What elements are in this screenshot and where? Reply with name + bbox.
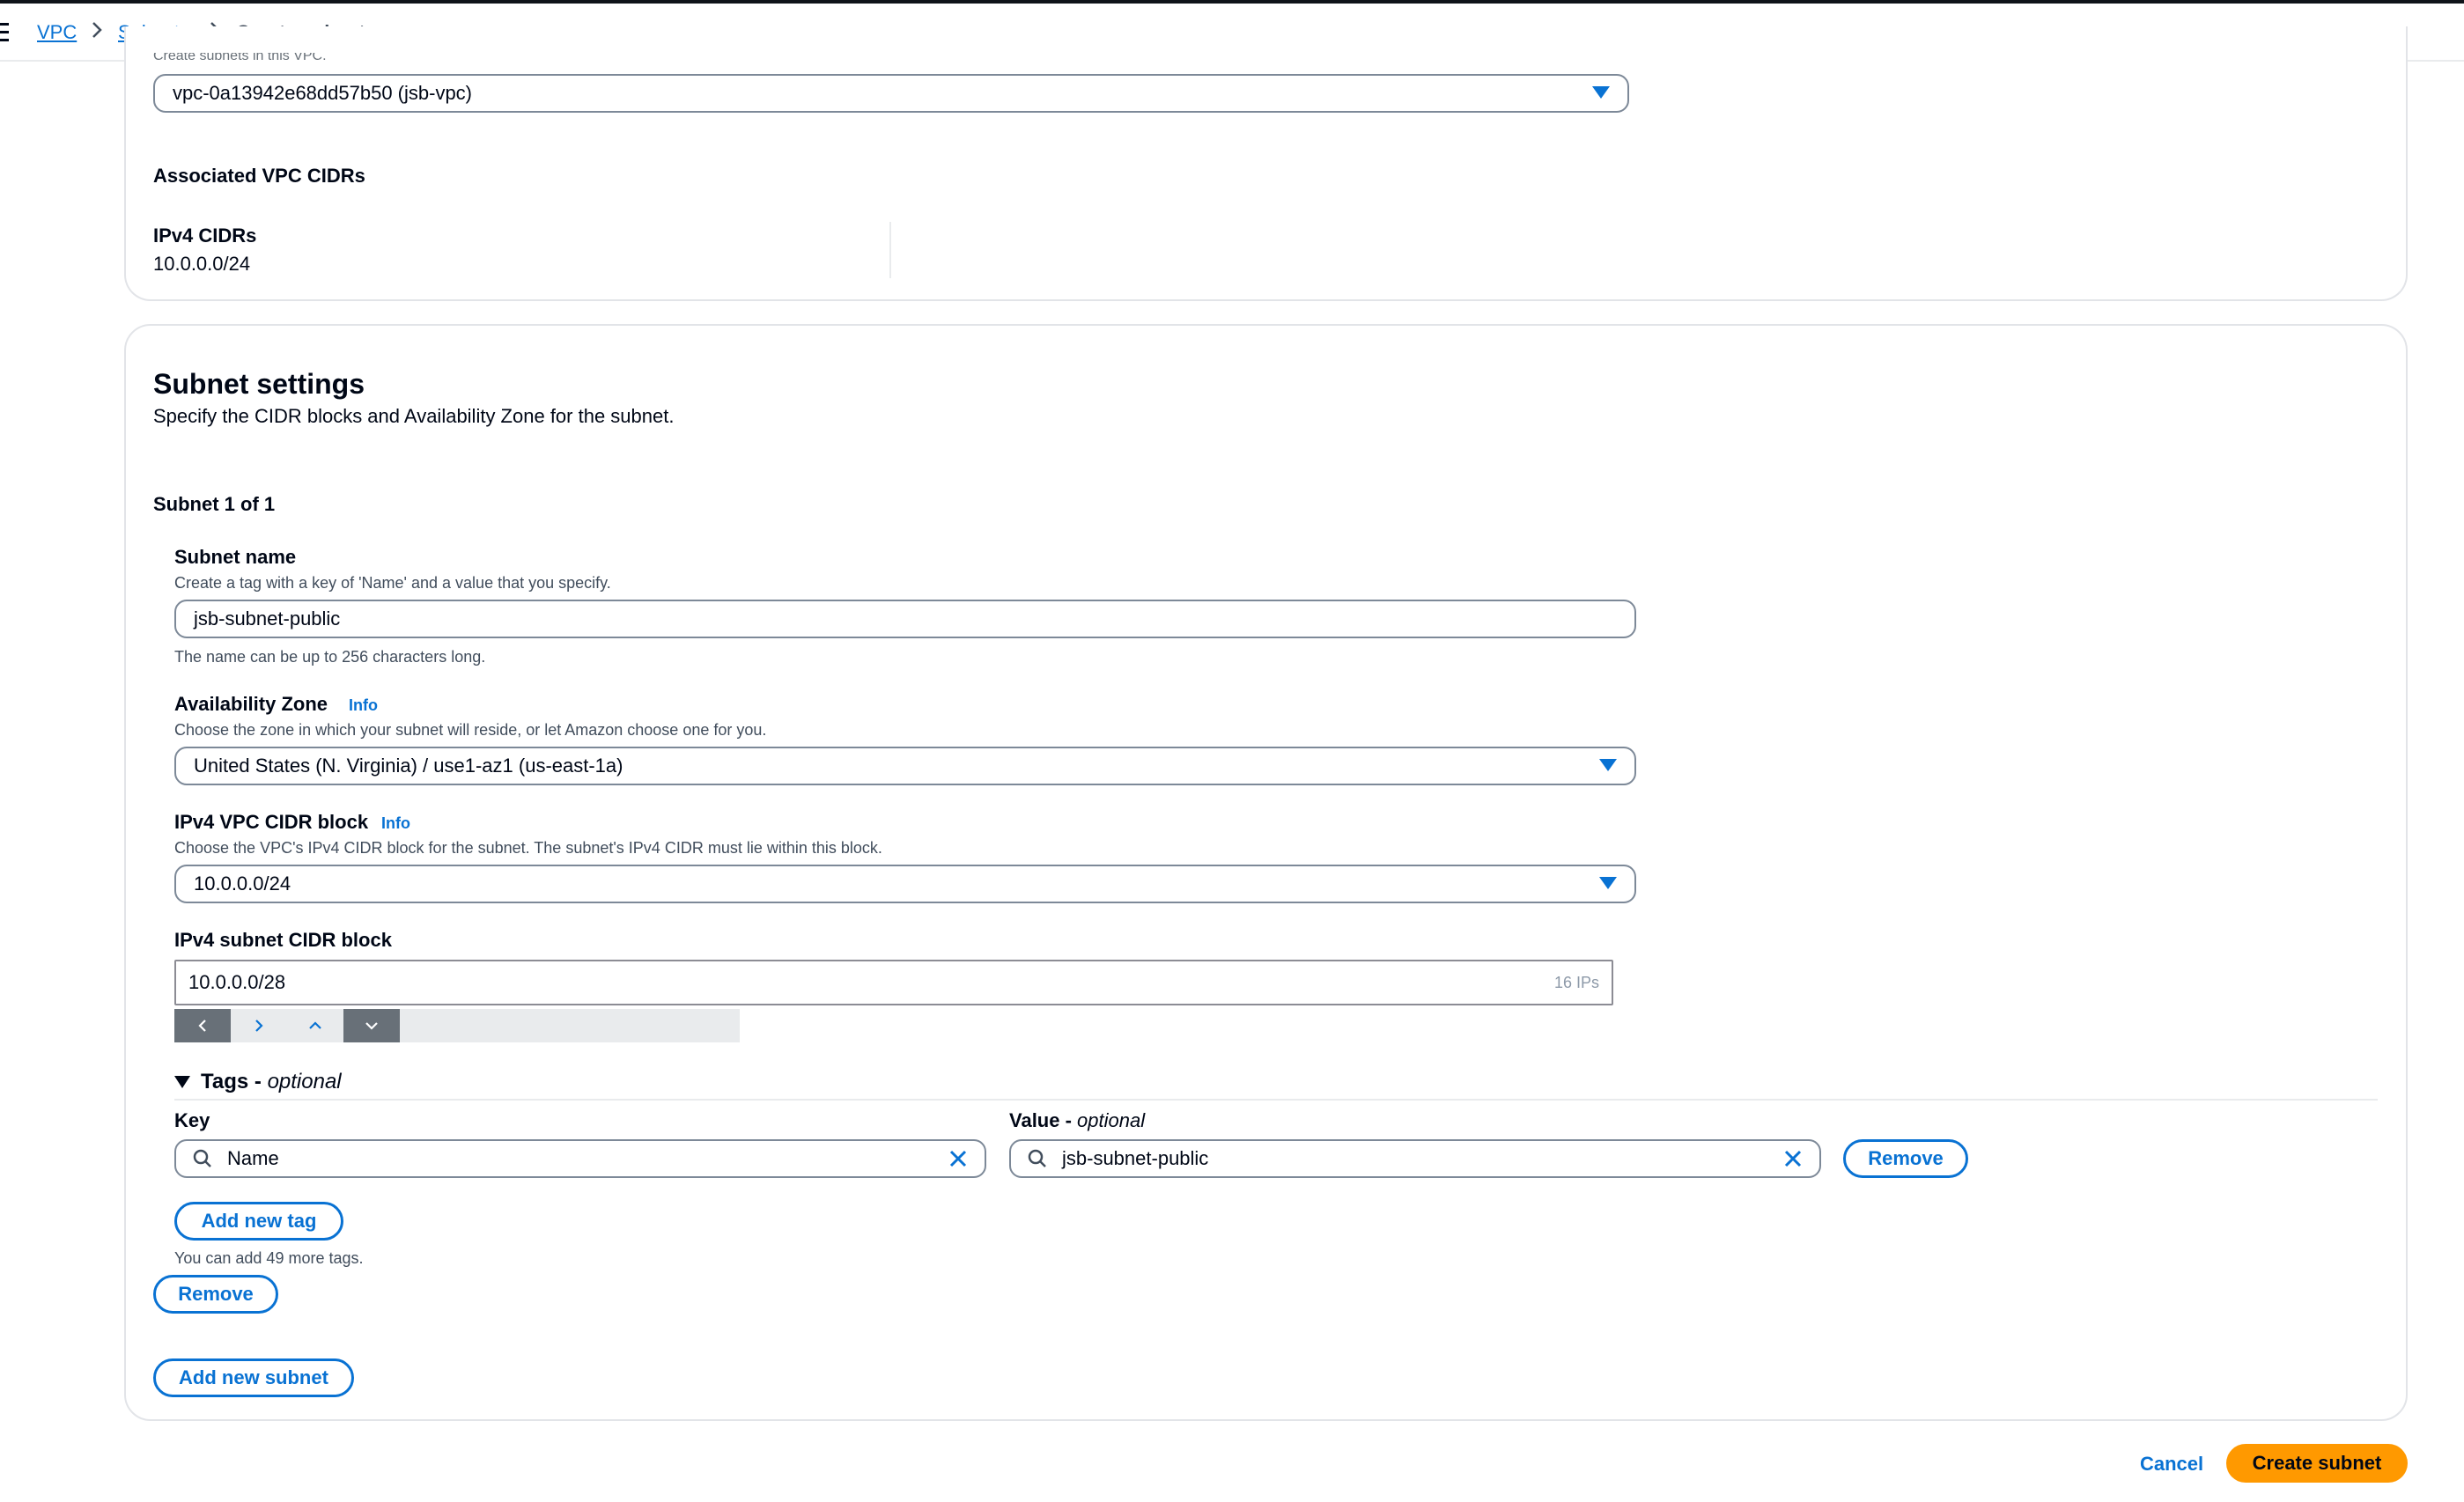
tag-key-input[interactable]: Name: [174, 1139, 986, 1178]
clear-icon[interactable]: [1782, 1148, 1804, 1169]
cancel-button[interactable]: Cancel: [2140, 1453, 2203, 1476]
tag-value-value: jsb-subnet-public: [1062, 1147, 1209, 1169]
subnet-name-input[interactable]: jsb-subnet-public: [174, 600, 1636, 638]
vpc-select[interactable]: vpc-0a13942e68dd57b50 (jsb-vpc): [153, 74, 1629, 113]
tag-key-label: Key: [174, 1109, 210, 1131]
tags-expander[interactable]: Tags - optional: [174, 1070, 342, 1094]
tag-value-input[interactable]: jsb-subnet-public: [1009, 1139, 1821, 1178]
subnet-settings-title: Subnet settings: [153, 368, 365, 400]
cidr-prev-button[interactable]: [174, 1009, 231, 1042]
tags-optional: optional: [267, 1070, 342, 1093]
breadcrumb-vpc-link[interactable]: VPC: [37, 21, 77, 44]
chevron-up-icon: [309, 1021, 321, 1029]
vpc-card: [124, 26, 2408, 301]
tag-key-value: Name: [227, 1147, 279, 1169]
chevron-right-icon: [92, 22, 102, 38]
caret-down-icon: [1599, 759, 1617, 771]
cidr-stepper: [174, 1009, 740, 1042]
subnet-name-hint: The name can be up to 256 characters lon…: [174, 648, 486, 666]
ipv4-subnet-cidr-value: 10.0.0.0/28: [188, 971, 286, 993]
ipv4-subnet-cidr-label: IPv4 subnet CIDR block: [174, 929, 392, 951]
subnet-name-value: jsb-subnet-public: [194, 607, 341, 630]
tag-value-label-text: Value: [1009, 1109, 1060, 1131]
vpc-select-value: vpc-0a13942e68dd57b50 (jsb-vpc): [173, 82, 473, 104]
ipv4-vpc-cidr-select[interactable]: 10.0.0.0/24: [174, 865, 1636, 903]
availability-zone-info-link[interactable]: Info: [349, 696, 378, 715]
chevron-down-icon: [365, 1022, 378, 1030]
column-divider: [889, 222, 891, 278]
caret-down-icon: [1599, 877, 1617, 889]
ipv4-cidrs-value: 10.0.0.0/24: [153, 253, 251, 275]
tag-value-label: Value - optional: [1009, 1109, 1145, 1132]
tags-title: Tags: [201, 1070, 249, 1093]
search-icon: [193, 1149, 211, 1167]
subnet-name-label: Subnet name: [174, 546, 297, 568]
cidr-decrease-button[interactable]: [343, 1009, 400, 1042]
subnet-counter: Subnet 1 of 1: [153, 493, 276, 515]
availability-zone-label: Availability Zone: [174, 693, 328, 715]
availability-zone-value: United States (N. Virginia) / use1-az1 (…: [194, 755, 623, 777]
menu-icon[interactable]: [0, 23, 9, 42]
ipv4-vpc-cidr-value: 10.0.0.0/24: [194, 872, 291, 895]
add-new-tag-button[interactable]: Add new tag: [174, 1202, 343, 1241]
ipv4-cidrs-label: IPv4 CIDRs: [153, 225, 257, 247]
caret-down-icon: [1592, 86, 1610, 99]
caret-down-icon: [174, 1076, 190, 1088]
ipv4-vpc-cidr-label: IPv4 VPC CIDR block: [174, 811, 369, 833]
tag-value-label-separator: -: [1059, 1109, 1078, 1131]
ipv4-subnet-cidr-input[interactable]: 10.0.0.0/28 16 IPs: [174, 960, 1613, 1005]
ip-count-suffix: 16 IPs: [1553, 973, 1599, 991]
create-subnet-button[interactable]: Create subnet: [2226, 1444, 2408, 1483]
cidr-next-button[interactable]: [231, 1009, 287, 1042]
chevron-right-icon: [255, 1020, 263, 1032]
cidr-increase-button[interactable]: [287, 1009, 343, 1042]
subnet-settings-description: Specify the CIDR blocks and Availability…: [153, 405, 675, 427]
availability-zone-description: Choose the zone in which your subnet wil…: [174, 721, 767, 739]
remove-tag-button[interactable]: Remove: [1843, 1139, 1968, 1178]
tags-title-separator: -: [248, 1070, 268, 1093]
tags-limit-hint: You can add 49 more tags.: [174, 1249, 364, 1267]
remove-subnet-button[interactable]: Remove: [153, 1275, 278, 1314]
add-new-subnet-button[interactable]: Add new subnet: [153, 1358, 354, 1397]
tags-divider: [174, 1099, 2378, 1101]
ipv4-vpc-cidr-description: Choose the VPC's IPv4 CIDR block for the…: [174, 839, 882, 857]
subnet-name-description: Create a tag with a key of 'Name' and a …: [174, 574, 611, 592]
associated-cidrs-title: Associated VPC CIDRs: [153, 165, 365, 187]
ipv4-vpc-cidr-info-link[interactable]: Info: [381, 814, 410, 833]
tag-value-optional: optional: [1077, 1109, 1146, 1131]
clear-icon[interactable]: [948, 1148, 969, 1169]
vpc-select-label: Create subnets in this VPC.: [153, 53, 327, 63]
availability-zone-select[interactable]: United States (N. Virginia) / use1-az1 (…: [174, 747, 1636, 785]
search-icon: [1028, 1149, 1046, 1167]
chevron-left-icon: [198, 1020, 206, 1032]
